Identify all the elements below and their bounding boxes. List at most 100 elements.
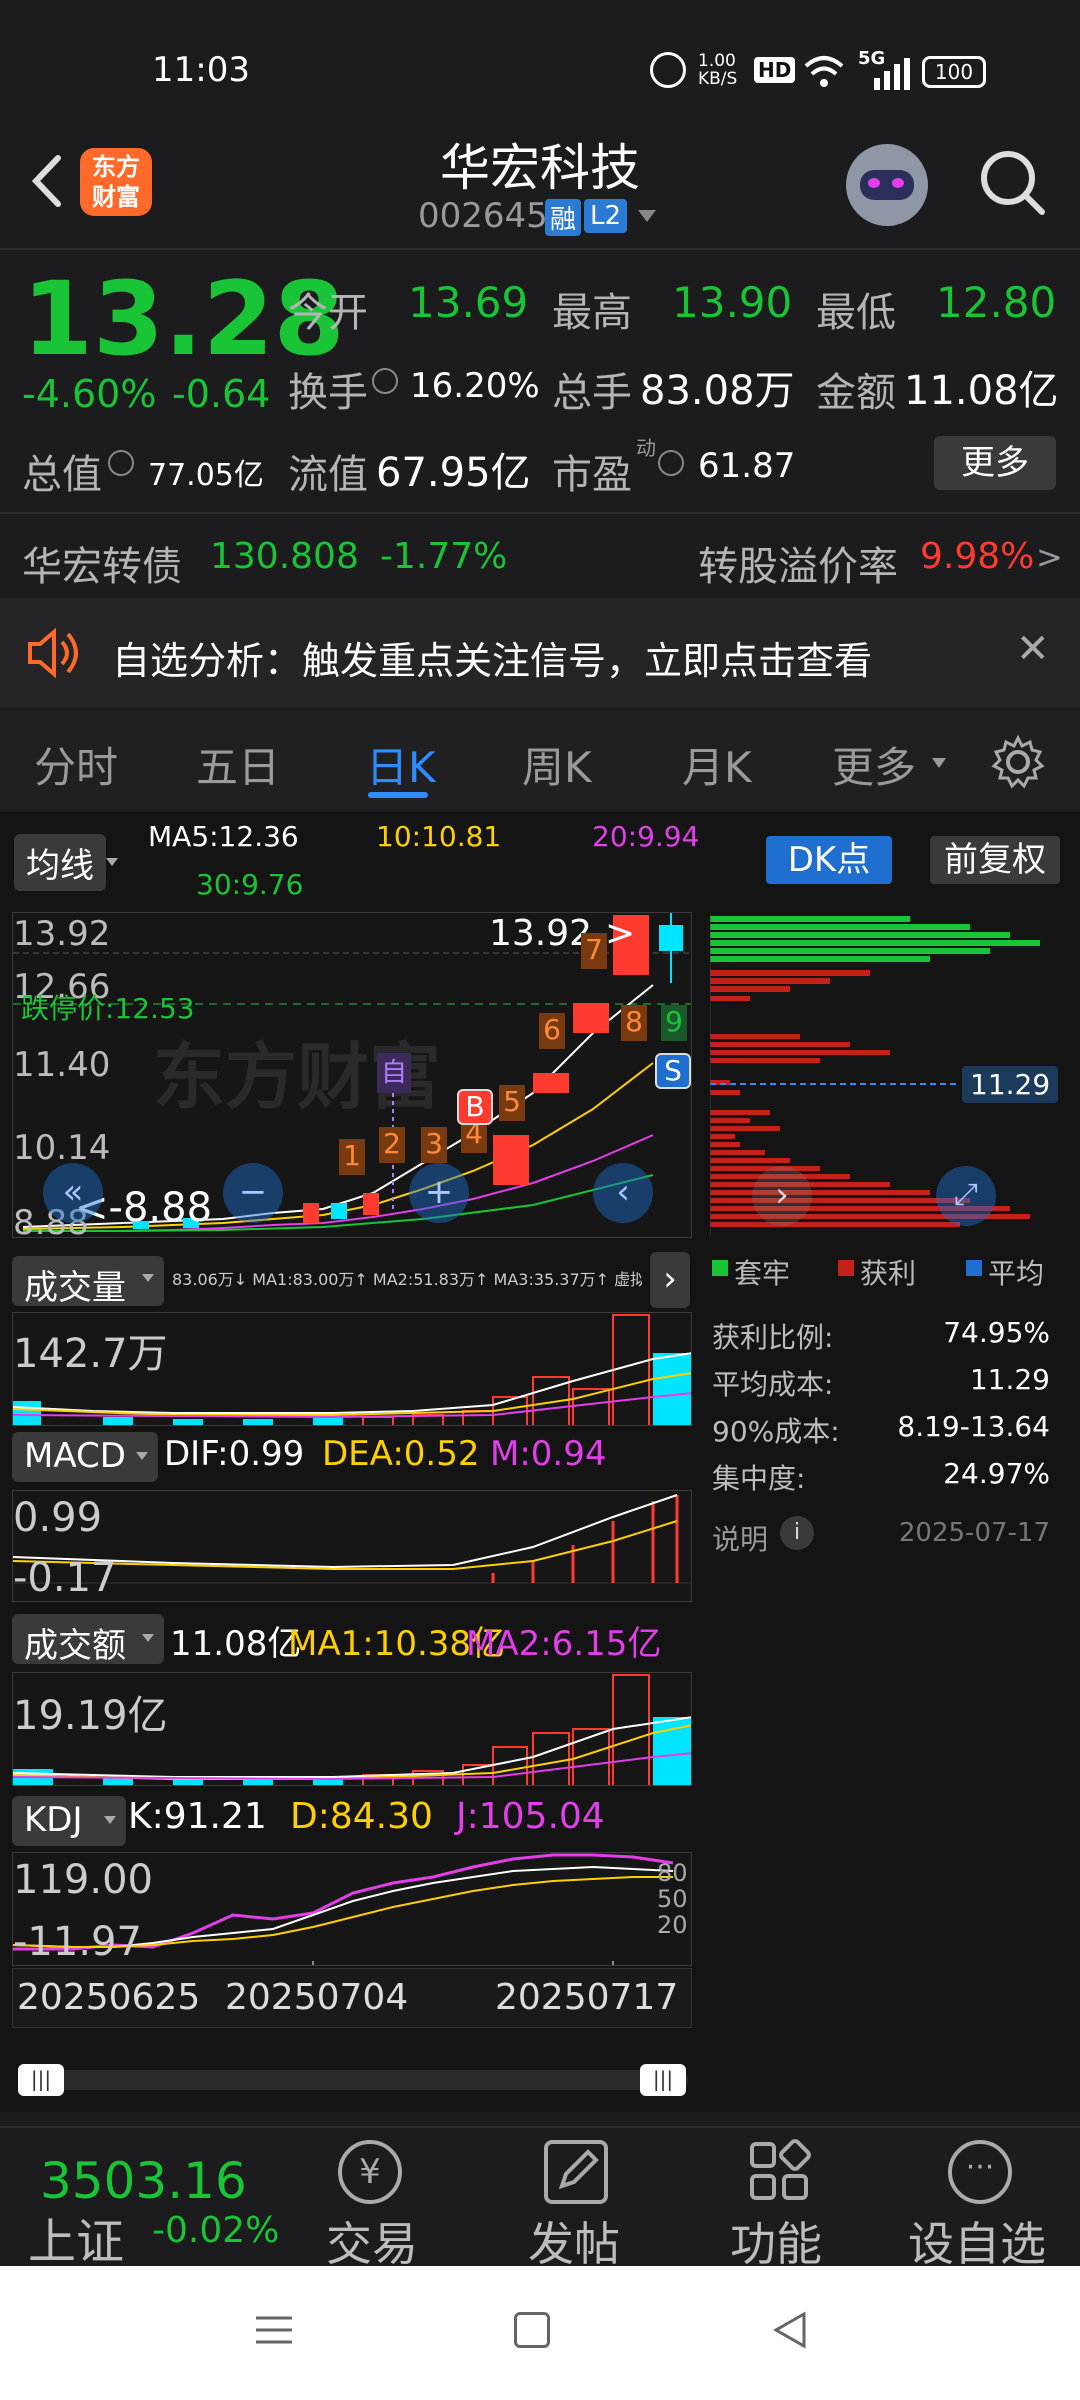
menu-icon[interactable] xyxy=(254,2310,294,2350)
kline-chart[interactable]: 东方财富 13.92 12.66 11.40 10.14 8.88 跌停价:12 xyxy=(12,912,692,1238)
tab-weekly-k[interactable]: 周K xyxy=(522,734,592,795)
legend-swatch xyxy=(838,1260,854,1276)
yen-icon[interactable]: ¥ xyxy=(338,2140,402,2204)
info-icon[interactable]: i xyxy=(780,1516,814,1550)
l2-badge[interactable]: L2 xyxy=(584,199,628,233)
avg-cost-value: 11.29 xyxy=(969,1363,1050,1396)
nav-post[interactable]: 发帖 xyxy=(528,2208,620,2274)
signal-marker[interactable]: 3 xyxy=(421,1127,447,1163)
net-speed: 1.00 KB/S xyxy=(698,51,738,89)
grid-icon[interactable] xyxy=(746,2138,812,2204)
ma-selector[interactable]: 均线 xyxy=(14,834,106,891)
more-button[interactable]: 更多 xyxy=(934,436,1056,490)
hd-icon: HD xyxy=(754,57,796,83)
edit-icon[interactable] xyxy=(544,2140,608,2204)
nav-function[interactable]: 功能 xyxy=(730,2208,822,2274)
amount-chart[interactable]: 19.19亿 xyxy=(12,1672,692,1786)
search-icon[interactable] xyxy=(978,148,1048,218)
dk-point-button[interactable]: DK点 xyxy=(766,836,892,884)
turnover-label: 换手 xyxy=(288,370,368,416)
dropdown-icon[interactable] xyxy=(638,210,656,222)
close-icon[interactable]: ✕ xyxy=(1016,626,1050,672)
premium-value: 9.98% xyxy=(920,536,1035,577)
kdj-level: 50 xyxy=(657,1885,688,1913)
more-dots-icon[interactable]: ··· xyxy=(948,2140,1012,2204)
back-nav-icon[interactable] xyxy=(770,2310,810,2350)
premium-label: 转股溢价率 xyxy=(698,544,898,590)
float-value: 67.95亿 xyxy=(376,450,531,496)
macd-dif: DIF:0.99 xyxy=(164,1434,305,1474)
limit-down-label: 跌停价:12.53 xyxy=(21,992,195,1025)
macd-m: M:0.94 xyxy=(490,1434,607,1474)
chevron-right-icon[interactable]: › xyxy=(752,1166,812,1226)
kdj-level: 20 xyxy=(657,1911,688,1939)
info-icon[interactable] xyxy=(372,368,398,394)
range-slider-track[interactable] xyxy=(18,2070,688,2090)
chip-distribution[interactable]: 11.29 › ⤢ xyxy=(710,910,1059,1240)
zoom-out-icon[interactable]: − xyxy=(223,1163,283,1223)
tab-monthly-k[interactable]: 月K xyxy=(682,734,752,795)
low-value: 12.80 xyxy=(936,278,1057,327)
volume-chart[interactable]: 142.7万 xyxy=(12,1312,692,1426)
open-label: 今开 xyxy=(288,290,368,336)
margin-badge: 融 xyxy=(545,199,582,236)
scroll-left-icon[interactable]: « xyxy=(43,1163,103,1223)
high-value: 13.90 xyxy=(672,278,793,327)
tab-five-day[interactable]: 五日 xyxy=(196,734,280,795)
mcap-value: 77.05亿 xyxy=(148,458,264,493)
zoom-in-icon[interactable]: + xyxy=(409,1163,469,1223)
info-icon[interactable] xyxy=(658,450,684,476)
kdj-chart[interactable]: 119.00 -11.97 80 50 20 xyxy=(12,1852,692,1966)
home-icon[interactable] xyxy=(514,2312,550,2348)
tab-intraday[interactable]: 分时 xyxy=(34,734,118,795)
index-name[interactable]: 上证 xyxy=(28,2202,124,2272)
range-slider-handle-right[interactable]: ||| xyxy=(640,2064,686,2096)
range-slider-handle-left[interactable]: ||| xyxy=(18,2064,64,2096)
pe-value: 61.87 xyxy=(698,446,796,486)
robot-assistant-icon[interactable] xyxy=(846,144,928,226)
signal-marker[interactable]: 8 xyxy=(621,1005,647,1041)
tab-daily-k[interactable]: 日K xyxy=(366,734,436,795)
turnover-value: 16.20% xyxy=(410,366,540,406)
pe-label: 市盈 xyxy=(552,452,632,498)
macd-chart[interactable]: 0.99 -0.17 xyxy=(12,1490,692,1602)
self-marker[interactable]: 自 xyxy=(377,1053,411,1093)
nav-trade[interactable]: 交易 xyxy=(326,2208,418,2274)
stock-code: 002645 xyxy=(418,196,548,236)
signal-icon xyxy=(870,58,912,90)
amount-max-label: 19.19亿 xyxy=(13,1693,168,1739)
date-label: 20250625 xyxy=(17,1977,201,2018)
amount-value: 11.08亿 xyxy=(904,368,1059,414)
chevron-right-icon[interactable]: › xyxy=(650,1252,690,1308)
tab-more[interactable]: 更多 xyxy=(832,734,916,795)
signal-marker[interactable]: 6 xyxy=(539,1013,565,1049)
signal-marker[interactable]: 1 xyxy=(339,1139,365,1175)
kdj-k: K:91.21 xyxy=(128,1796,267,1837)
premium-arrow[interactable]: > xyxy=(1036,538,1063,576)
adjust-button[interactable]: 前复权 xyxy=(930,836,1060,884)
volume-label: 总手 xyxy=(552,370,632,416)
legend-profit: 获利 xyxy=(860,1257,917,1290)
expand-icon[interactable]: ⤢ xyxy=(936,1166,996,1226)
buy-marker[interactable]: B xyxy=(457,1089,493,1125)
scroll-right-icon[interactable]: ‹ xyxy=(593,1163,653,1223)
signal-marker[interactable]: 9 xyxy=(661,1005,687,1041)
ma30-label: 30:9.76 xyxy=(196,868,304,901)
gear-icon[interactable] xyxy=(990,734,1046,790)
info-icon[interactable] xyxy=(108,450,134,476)
sell-marker[interactable]: S xyxy=(655,1053,691,1089)
notice-text[interactable]: 自选分析：触发重点关注信号，立即点击查看 xyxy=(112,630,872,685)
bond-name[interactable]: 华宏转债 xyxy=(22,534,182,592)
battery-icon: 100 xyxy=(922,56,986,88)
signal-marker[interactable]: 7 xyxy=(581,933,607,969)
signal-marker[interactable]: 2 xyxy=(379,1127,405,1163)
concentration-value: 24.97% xyxy=(943,1457,1050,1490)
pe-sup: 动 xyxy=(636,436,656,460)
kdj-d: D:84.30 xyxy=(290,1796,433,1837)
nav-add-watchlist[interactable]: 设自选 xyxy=(908,2208,1046,2274)
signal-marker[interactable]: 5 xyxy=(499,1085,525,1121)
price-change: -0.64 xyxy=(172,372,271,416)
note-label[interactable]: 说明 xyxy=(712,1518,768,1558)
chevron-down-icon xyxy=(104,1816,116,1824)
cost-range-label: 90%成本: xyxy=(712,1415,840,1448)
